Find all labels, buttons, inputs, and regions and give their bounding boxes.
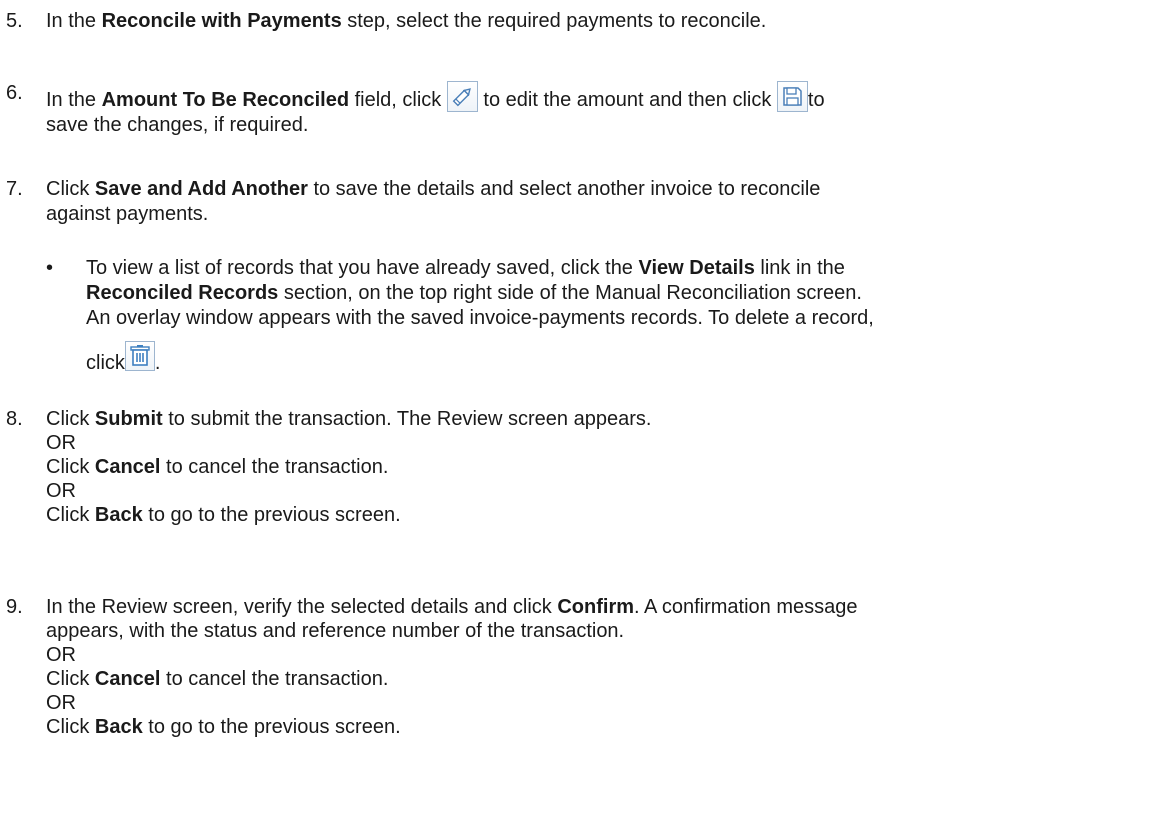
bold-term: Confirm — [557, 596, 635, 618]
or-separator: OR — [46, 480, 76, 502]
step-8-line-3: Click Cancel to cancel the transaction. — [46, 455, 1156, 479]
text: to edit the amount and then click — [477, 89, 777, 111]
or-separator: OR — [46, 432, 76, 454]
step-number: 8. — [6, 408, 23, 430]
step-8-line-5: Click Back to go to the previous screen. — [46, 503, 1156, 527]
bold-term: Cancel — [94, 456, 161, 478]
step-9-line-4: Click Cancel to cancel the transaction. — [46, 667, 1156, 691]
bold-term: Back — [94, 504, 143, 526]
text: to save the details and select another i… — [307, 178, 821, 200]
text: Click — [46, 178, 95, 200]
step-number: 7. — [6, 178, 23, 200]
step-7-line-2: against payments. — [46, 203, 209, 225]
step-6-line-1: In the Amount To Be Reconciled field, cl… — [46, 81, 1156, 113]
or-separator: OR — [46, 692, 76, 714]
step-8-line-1: Click Submit to submit the transaction. … — [46, 407, 1156, 431]
trash-delete-icon — [124, 341, 155, 371]
bold-term: Cancel — [94, 668, 161, 690]
or-separator: OR — [46, 644, 76, 666]
bold-term: Submit — [94, 408, 163, 430]
bold-term: Reconcile with Payments — [101, 10, 342, 32]
bullet-line-3: An overlay window appears with the saved… — [86, 307, 874, 329]
pencil-edit-icon — [446, 81, 478, 112]
text: to submit the transaction. The Review sc… — [162, 408, 652, 430]
view-details-link-term: View Details — [638, 257, 755, 279]
text: Click — [46, 456, 95, 478]
step-9-line-2: appears, with the status and reference n… — [46, 620, 625, 642]
step-8: 8. Click Submit to submit the transactio… — [6, 407, 1156, 527]
step-9: 9. In the Review screen, verify the sele… — [6, 595, 1156, 739]
step-5-line-1: In the Reconcile with Payments step, sel… — [46, 9, 1156, 34]
bold-term: Back — [94, 716, 143, 738]
step-6-line-2: save the changes, if required. — [46, 114, 309, 136]
text: . A confirmation message — [634, 596, 858, 618]
text: link in the — [754, 257, 845, 279]
floppy-save-icon — [776, 81, 808, 112]
step-7-line-1: Click Save and Add Another to save the d… — [46, 177, 1156, 202]
text: to cancel the transaction. — [160, 668, 389, 690]
step-5: 5. In the Reconcile with Payments step, … — [6, 9, 1156, 34]
text: In the Review screen, verify the selecte… — [46, 596, 558, 618]
text: Click — [46, 668, 95, 690]
text: section, on the top right side of the Ma… — [278, 282, 862, 304]
step-7-bullet: • To view a list of records that you hav… — [46, 256, 1156, 376]
step-number: 6. — [6, 82, 23, 104]
bold-term: Save and Add Another — [94, 178, 308, 200]
text: to — [807, 89, 825, 111]
step-9-line-6: Click Back to go to the previous screen. — [46, 715, 1156, 739]
text: Click — [46, 716, 95, 738]
text: Click — [46, 504, 95, 526]
text: To view a list of records that you have … — [86, 257, 639, 279]
bullet-line-4: click. — [86, 341, 1156, 376]
bullet-symbol: • — [46, 257, 54, 279]
text: to cancel the transaction. — [160, 456, 389, 478]
bullet-line-2: Reconciled Records section, on the top r… — [86, 281, 1156, 306]
step-number: 9. — [6, 596, 23, 618]
text: Click — [46, 408, 95, 430]
bullet-line-1: To view a list of records that you have … — [86, 256, 1156, 281]
step-9-line-1: In the Review screen, verify the selecte… — [46, 595, 1156, 619]
text: In the — [46, 89, 102, 111]
text: step, select the required payments to re… — [341, 10, 767, 32]
bold-term: Reconciled Records — [86, 282, 279, 304]
step-number: 5. — [6, 10, 23, 32]
text: to go to the previous screen. — [142, 716, 401, 738]
text: In the — [46, 10, 102, 32]
step-7: 7. Click Save and Add Another to save th… — [6, 177, 1156, 227]
text: click — [86, 352, 125, 374]
bold-term: Amount To Be Reconciled — [101, 89, 350, 111]
text: to go to the previous screen. — [142, 504, 401, 526]
text: field, click — [349, 89, 447, 111]
text: . — [154, 352, 161, 374]
step-6: 6. In the Amount To Be Reconciled field,… — [6, 81, 1156, 138]
